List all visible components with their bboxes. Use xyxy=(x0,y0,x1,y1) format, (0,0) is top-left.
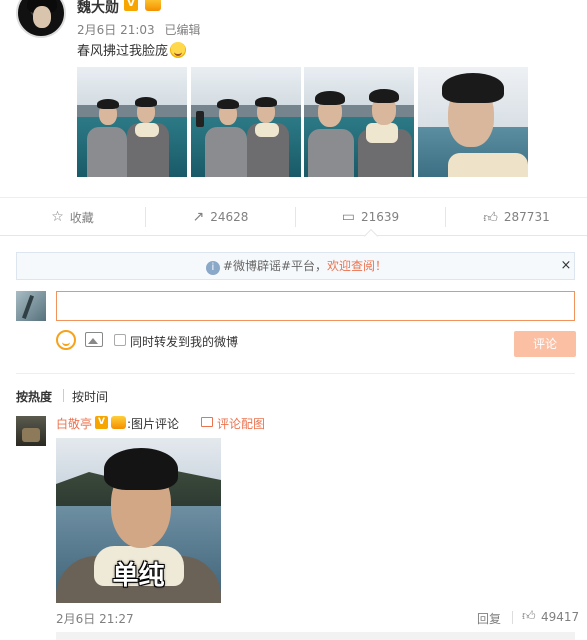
smile-emoji-icon xyxy=(170,42,187,58)
comment-image[interactable]: 单纯 xyxy=(56,438,221,603)
post-photo-4[interactable] xyxy=(418,67,528,177)
comment-input[interactable] xyxy=(56,291,575,321)
avatar-face xyxy=(33,6,51,28)
favorite-button[interactable]: ☆ 收藏 xyxy=(0,198,145,236)
verified-icon[interactable]: V xyxy=(95,416,108,429)
post-photo-3[interactable] xyxy=(304,67,414,177)
like-button[interactable]: 👍︎ 287731 xyxy=(446,198,587,236)
thumbs-up-icon[interactable]: 👍︎ xyxy=(522,609,536,624)
image-comment-link[interactable]: 评论配图 xyxy=(217,415,265,432)
image-upload-icon[interactable] xyxy=(85,332,103,347)
comment-image-caption: 单纯 xyxy=(112,561,165,591)
sort-by-hot-tab[interactable]: 按热度 xyxy=(16,388,52,405)
post-meta: 2月6日 21:03 已编辑 xyxy=(77,21,207,38)
notice-banner: i #微博辟谣#平台，欢迎查阅！ × xyxy=(16,252,575,280)
thumbs-up-icon: 👍︎ xyxy=(483,209,498,226)
member-level-icon[interactable] xyxy=(111,416,126,429)
comment-time: 2月6日 21:27 xyxy=(56,612,134,626)
info-icon: i xyxy=(205,261,220,275)
comment-count: 21639 xyxy=(361,210,400,224)
comment-like-count[interactable]: 49417 xyxy=(541,610,579,624)
verified-icon[interactable]: V xyxy=(124,0,138,11)
post-time[interactable]: 2月6日 21:03 xyxy=(77,23,155,37)
comment-icon: ▭ xyxy=(341,209,356,225)
divider xyxy=(16,373,575,374)
notice-text: i #微博辟谣#平台，欢迎查阅！ xyxy=(17,253,576,279)
action-bar: ☆ 收藏 ↗ 24628 ▭ 21639 👍︎ 287731 xyxy=(0,198,587,236)
comment-action-separator xyxy=(512,611,513,624)
author-name[interactable]: 魏大勋 xyxy=(77,0,119,17)
tab-separator xyxy=(63,389,64,402)
commenter-avatar[interactable] xyxy=(16,416,46,446)
edited-label[interactable]: 已编辑 xyxy=(165,23,201,37)
commenter-name[interactable]: 白敬亭 xyxy=(56,415,92,432)
emoji-picker-icon[interactable] xyxy=(56,330,76,350)
comment-text: :图片评论 xyxy=(127,417,180,431)
also-repost-label[interactable]: 同时转发到我的微博 xyxy=(130,333,238,350)
reply-button[interactable]: 回复 xyxy=(477,610,501,627)
post-text-content: 春风拂过我脸庞 xyxy=(77,44,169,59)
share-icon: ↗ xyxy=(192,209,205,225)
repost-button[interactable]: ↗ 24628 xyxy=(146,198,295,236)
more-replies-bar xyxy=(56,632,575,640)
favorite-label: 收藏 xyxy=(69,210,94,225)
notice-main[interactable]: #微博辟谣#平台， xyxy=(223,259,327,273)
post-text: 春风拂过我脸庞 xyxy=(77,40,187,59)
post-photo-1[interactable] xyxy=(77,67,187,177)
author-avatar[interactable] xyxy=(16,0,66,38)
close-icon[interactable]: × xyxy=(557,253,575,279)
also-repost-checkbox[interactable] xyxy=(114,334,126,346)
submit-comment-button[interactable]: 评论 xyxy=(514,331,576,357)
image-comment-icon[interactable] xyxy=(201,417,213,427)
like-count: 287731 xyxy=(503,210,550,224)
member-level-icon[interactable] xyxy=(145,0,161,11)
repost-count: 24628 xyxy=(210,210,249,224)
sort-by-time-tab[interactable]: 按时间 xyxy=(72,388,108,405)
notice-link[interactable]: 欢迎查阅！ xyxy=(327,259,387,273)
current-user-avatar[interactable] xyxy=(16,291,46,321)
star-icon: ☆ xyxy=(51,209,64,225)
post-photo-2[interactable] xyxy=(191,67,301,177)
